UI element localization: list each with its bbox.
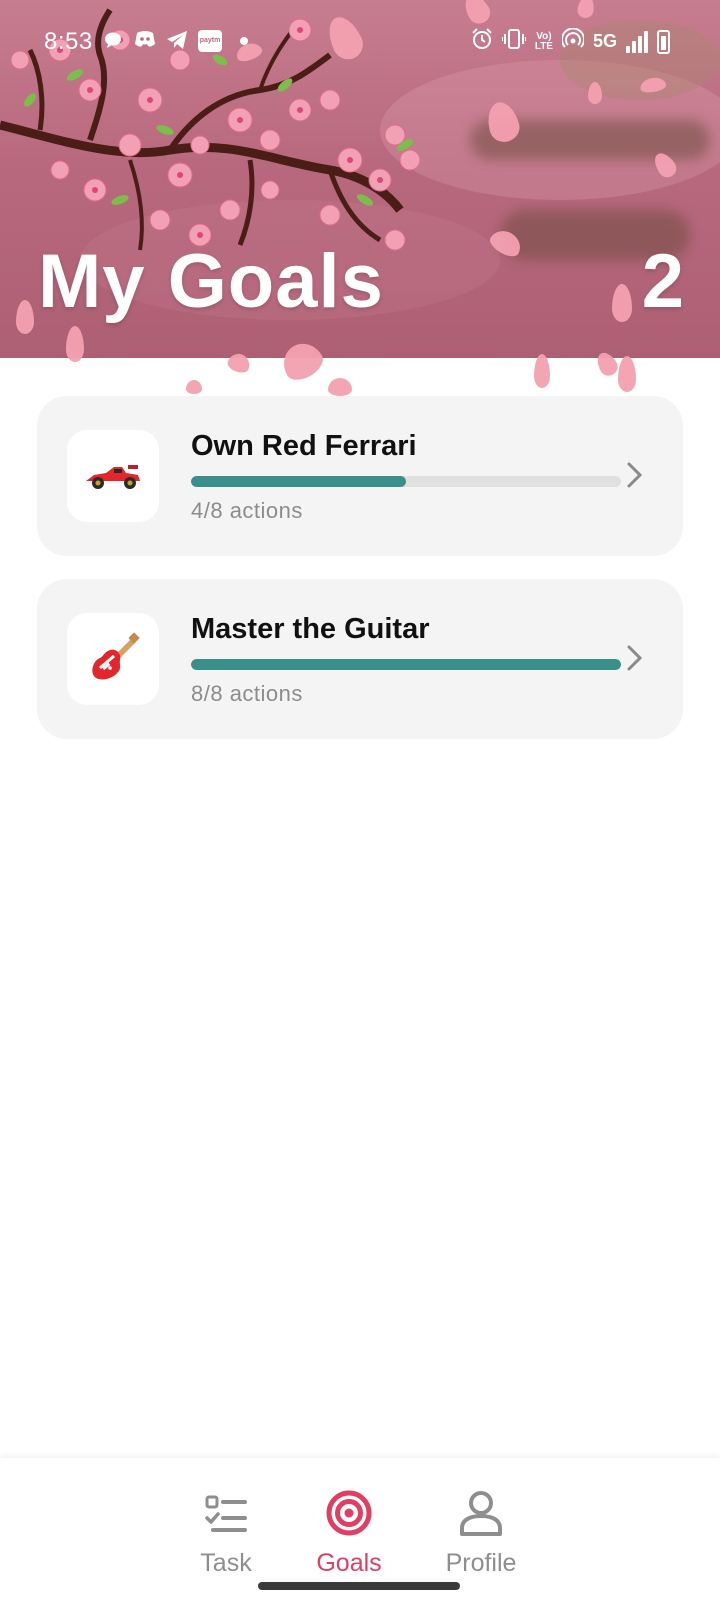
goal-card[interactable]: Own Red Ferrari 4/8 actions	[37, 396, 683, 556]
system-icons: Vo) LTE 5G	[471, 27, 670, 55]
guitar-icon	[92, 632, 140, 680]
goal-progress-fill	[191, 476, 406, 487]
page-title: My Goals	[38, 239, 384, 324]
goal-progress-bar	[191, 659, 621, 670]
notification-icons: paytm	[102, 30, 248, 52]
paytm-icon: paytm	[198, 30, 222, 52]
goal-progress-fill	[191, 659, 621, 670]
nav-item-goals[interactable]: Goals	[289, 1488, 409, 1578]
hotspot-icon	[560, 27, 585, 55]
nav-label-profile: Profile	[445, 1549, 517, 1577]
goal-actions-count: 8/8 actions	[191, 681, 303, 706]
person-icon	[460, 1491, 502, 1536]
chat-bubble-icon	[102, 30, 124, 52]
checklist-icon	[205, 1495, 247, 1532]
goal-icon-box	[67, 430, 159, 522]
status-time: 8:53	[44, 28, 93, 55]
goal-card[interactable]: Master the Guitar 8/8 actions	[37, 579, 683, 739]
goal-icon-box	[67, 613, 159, 705]
nav-item-task[interactable]: Task	[166, 1488, 286, 1578]
goal-count: 2	[641, 239, 684, 324]
vibrate-icon	[500, 28, 527, 55]
goal-progress-bar	[191, 476, 621, 487]
nav-label-goals: Goals	[316, 1549, 382, 1577]
chevron-right-icon	[627, 462, 643, 488]
battery-icon	[657, 29, 670, 54]
goal-actions-count: 4/8 actions	[191, 498, 303, 523]
discord-icon	[134, 30, 156, 52]
alarm-icon	[471, 28, 493, 55]
goal-title: Master the Guitar	[191, 613, 430, 645]
telegram-icon	[166, 30, 188, 52]
volte-icon: Vo) LTE	[534, 30, 553, 52]
target-icon	[326, 1490, 372, 1536]
signal-icon	[626, 30, 648, 53]
network-type: 5G	[592, 31, 617, 51]
goal-title: Own Red Ferrari	[191, 430, 417, 462]
nav-item-profile[interactable]: Profile	[421, 1488, 541, 1578]
chevron-right-icon	[627, 645, 643, 671]
nav-label-task: Task	[200, 1549, 252, 1577]
race-car-icon	[86, 465, 140, 489]
goals-screen: 8:53 paytm Vo) LTE 5G My Goals 2 Own Red…	[0, 0, 720, 1608]
home-indicator[interactable]	[258, 1582, 460, 1590]
